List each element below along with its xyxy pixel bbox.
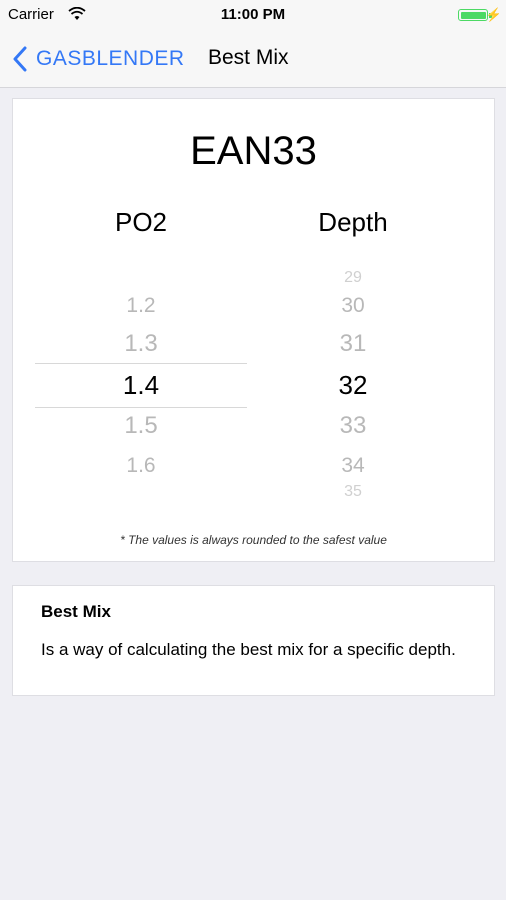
depth-option[interactable]: 35 <box>247 484 459 500</box>
bolt-icon: ⚡ <box>485 7 502 22</box>
info-description: Is a way of calculating the best mix for… <box>41 640 456 659</box>
po2-column-header: PO2 <box>114 207 168 237</box>
rounding-footnote: * The values is always rounded to the sa… <box>120 533 387 547</box>
po2-option[interactable]: 1.5 <box>35 414 247 438</box>
navigation-bar: GASBLENDER Best Mix <box>0 30 506 88</box>
chevron-left-icon <box>13 46 27 72</box>
status-bar: Carrier 11:00 PM ⚡ <box>0 0 506 30</box>
back-button[interactable]: GASBLENDER <box>12 44 185 74</box>
page-title: Best Mix <box>208 46 289 69</box>
po2-option[interactable]: 1.4 <box>35 372 247 398</box>
mix-result: EAN33 <box>190 129 317 173</box>
depth-column-header: Depth <box>318 207 388 237</box>
depth-option[interactable]: 30 <box>247 295 459 316</box>
battery-level <box>460 11 486 19</box>
po2-option[interactable]: 1.6 <box>35 455 247 476</box>
status-time: 11:00 PM <box>220 6 286 23</box>
po2-picker[interactable]: 1.2 1.3 1.4 1.5 1.6 <box>35 259 247 509</box>
info-title: Best Mix <box>41 602 111 621</box>
info-card: Best Mix Is a way of calculating the bes… <box>12 585 495 696</box>
po2-option[interactable]: 1.3 <box>35 332 247 356</box>
depth-option[interactable]: 33 <box>247 414 459 438</box>
po2-option[interactable]: 1.2 <box>35 295 247 316</box>
depth-picker[interactable]: 29 30 31 32 33 34 35 <box>247 259 459 509</box>
battery-icon <box>458 9 488 21</box>
depth-option[interactable]: 29 <box>247 270 459 286</box>
depth-option[interactable]: 34 <box>247 455 459 476</box>
result-card: EAN33 PO2 Depth 1.2 1.3 1.4 1.5 1.6 29 30 31 32… <box>12 98 495 562</box>
depth-option[interactable]: 31 <box>247 332 459 356</box>
depth-option[interactable]: 32 <box>247 372 459 398</box>
back-button-label: GASBLENDER <box>36 47 185 70</box>
